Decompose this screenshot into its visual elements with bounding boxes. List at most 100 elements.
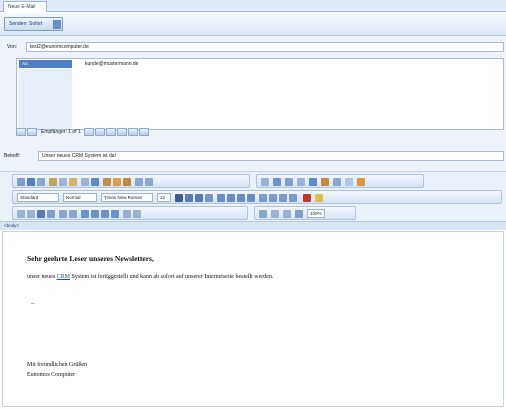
subject-value: Unser neues CRM System ist da! [42,153,116,159]
insert-row-icon[interactable] [81,210,89,218]
spell-check-icon[interactable] [91,178,99,186]
from-label: Von: [7,44,18,50]
bold-icon[interactable] [175,194,183,202]
toolbar-insert [256,174,424,188]
text-style-icon[interactable] [37,210,45,218]
cell-props-icon[interactable] [123,210,131,218]
next-page-button[interactable] [83,128,94,136]
chevron-down-icon[interactable] [53,20,61,29]
flash-icon[interactable] [321,178,329,186]
send-button[interactable]: Senden: Sofort [4,17,63,31]
cut-icon[interactable] [49,178,57,186]
from-field[interactable]: test2@eunomcomputer.de [26,42,504,52]
style-select[interactable]: Standard [17,193,59,202]
source-icon[interactable] [345,178,353,186]
table-props-icon[interactable] [133,210,141,218]
add-recipient-button[interactable] [105,128,116,136]
zoom-select[interactable]: 100% [307,209,325,218]
font-color-icon[interactable] [303,194,311,202]
toolbar-format: Standard Normal Times New Roman 12 [12,190,502,204]
copy-icon[interactable] [59,178,67,186]
highlight-color-icon[interactable] [315,194,323,202]
numbered-list-icon[interactable] [259,194,267,202]
underline-icon[interactable] [195,194,203,202]
subscript-icon[interactable] [27,210,35,218]
image-icon[interactable] [103,178,111,186]
symbol-icon[interactable] [297,178,305,186]
frame-icon[interactable] [69,210,77,218]
remove-recipient-button[interactable] [116,128,127,136]
font-size-select[interactable]: 12 [157,193,171,202]
find-icon[interactable] [81,178,89,186]
toolbar-zoom: 100% [254,206,356,220]
bullet-list-icon[interactable] [269,194,277,202]
font-select[interactable]: Times New Roman [101,193,153,202]
document-tab-bar: Neue E-Mail [0,0,506,12]
zoom-icon[interactable] [259,210,267,218]
subject-field[interactable]: Unser neues CRM System ist da! [38,151,504,161]
justify-icon[interactable] [247,194,255,202]
send-toolbar: Senden: Sofort [0,13,506,36]
tag-breadcrumb[interactable]: <body> [0,221,506,230]
body-text-after: System ist fertiggestellt und kann ab so… [70,274,274,280]
paste-icon[interactable] [69,178,77,186]
first-page-button[interactable] [16,128,26,136]
print-icon[interactable] [37,178,45,186]
tab-new-email[interactable]: Neue E-Mail [3,1,47,12]
recipient-row[interactable]: An: kunde@mustermann.de [17,59,503,69]
paragraph-select[interactable]: Normal [63,193,97,202]
italic-icon[interactable] [185,194,193,202]
new-icon[interactable] [17,178,25,186]
align-left-icon[interactable] [217,194,225,202]
body-tag-label: <body> [4,223,20,228]
superscript-icon[interactable] [17,210,25,218]
anchor-icon[interactable] [123,178,131,186]
fullscreen-icon[interactable] [271,210,279,218]
help-icon[interactable] [357,178,365,186]
merge-cells-icon[interactable] [101,210,109,218]
check-names-button[interactable] [138,128,149,136]
recipient-list[interactable]: An: kunde@mustermann.de [16,58,504,130]
indent-icon[interactable] [289,194,297,202]
table-icon[interactable] [273,178,281,186]
link-icon[interactable] [113,178,121,186]
recipient-type-column [19,69,72,129]
toolbar-extra [12,206,248,220]
align-center-icon[interactable] [227,194,235,202]
border-icon[interactable] [59,210,67,218]
last-page-button[interactable] [94,128,105,136]
form-icon[interactable] [285,178,293,186]
address-book-button[interactable] [127,128,138,136]
toolbar-edit [12,174,250,188]
message-header: Von: test2@eunomcomputer.de An: kunde@mu… [0,36,506,172]
prev-page-button[interactable] [27,128,37,136]
recipient-count: Empfänger: 1 of 1 [41,129,81,135]
horizontal-rule-icon[interactable] [261,178,269,186]
message-editor[interactable]: Sehr geehrte Leser unseres Newsletters, … [2,231,504,407]
paragraph-icon[interactable] [47,210,55,218]
split-cells-icon[interactable] [111,210,119,218]
redo-icon[interactable] [145,178,153,186]
greeting-line: Sehr geehrte Leser unseres Newsletters, [27,254,154,263]
preview-icon[interactable] [333,178,341,186]
signature-line: Eunomos Computer [27,372,76,378]
align-right-icon[interactable] [237,194,245,202]
body-text-before: unser neues [27,274,57,280]
show-details-icon[interactable] [295,210,303,218]
show-borders-icon[interactable] [283,210,291,218]
crm-link[interactable]: CRM [57,274,70,280]
outdent-icon[interactable] [279,194,287,202]
subject-label: Betreff: [4,153,21,159]
media-icon[interactable] [309,178,317,186]
strikethrough-icon[interactable] [205,194,213,202]
recipient-pager: Empfänger: 1 of 1 [16,128,220,138]
recipient-type-select[interactable]: An: [19,60,72,68]
recipient-address[interactable]: kunde@mustermann.de [85,61,138,67]
body-paragraph: unser neues CRM System ist fertiggestell… [27,274,273,280]
undo-icon[interactable] [135,178,143,186]
send-button-label: Senden: Sofort [9,21,43,27]
save-icon[interactable] [27,178,35,186]
closing-line: Mit freundlichen Grüßen [27,362,87,368]
insert-column-icon[interactable] [91,210,99,218]
tab-label: Neue E-Mail [8,4,36,10]
